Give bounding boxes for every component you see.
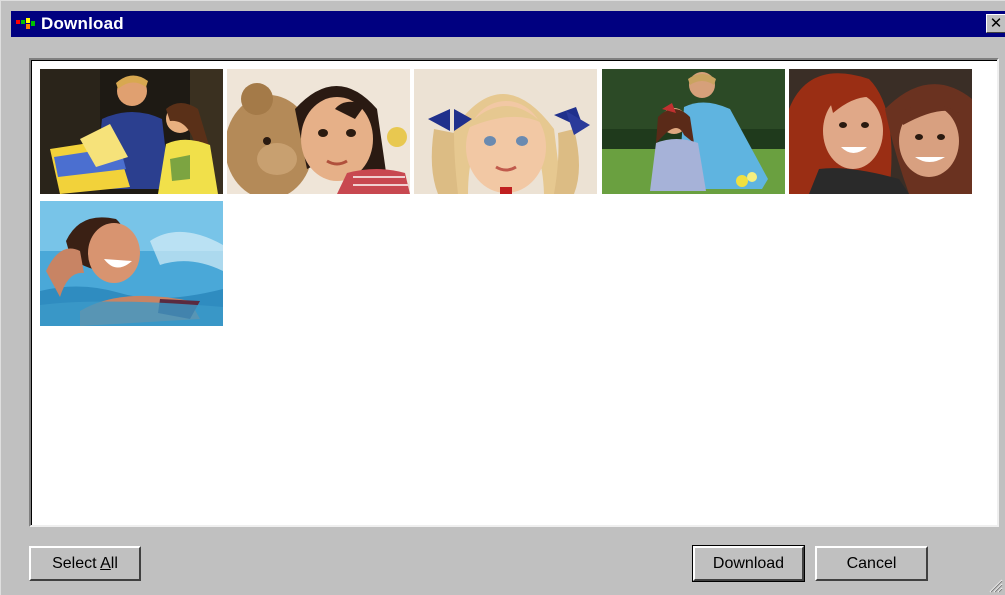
close-icon: ✕ <box>989 15 1003 32</box>
photo-thumbnail-couple-shopping[interactable] <box>40 69 223 194</box>
photo-thumbnail-two-women-smiling[interactable] <box>789 69 972 194</box>
photo-thumbnail-girl-with-teddy-bear[interactable] <box>227 69 410 194</box>
app-icon <box>13 13 39 35</box>
photo-thumbnail-girl-with-pigtails[interactable] <box>414 69 597 194</box>
cancel-button[interactable]: Cancel <box>815 546 928 581</box>
title-bar[interactable]: Download ✕ <box>11 11 1005 37</box>
resize-grip-icon[interactable] <box>987 577 1003 593</box>
close-button[interactable]: ✕ <box>986 14 1005 33</box>
window-title: Download <box>41 14 124 33</box>
photo-thumbnail-woman-swimming[interactable] <box>40 201 223 326</box>
photo-thumbnail-couple-outdoors[interactable] <box>602 69 785 194</box>
select-all-label-suffix: ll <box>110 555 118 572</box>
thumbnail-gallery[interactable] <box>29 58 999 527</box>
download-dialog: Download ✕ Select All Download Cancel <box>0 0 1005 595</box>
select-all-label-accelerator: A <box>100 555 111 572</box>
select-all-button[interactable]: Select All <box>29 546 141 581</box>
select-all-label-prefix: Select <box>52 555 101 572</box>
download-button[interactable]: Download <box>692 545 805 582</box>
